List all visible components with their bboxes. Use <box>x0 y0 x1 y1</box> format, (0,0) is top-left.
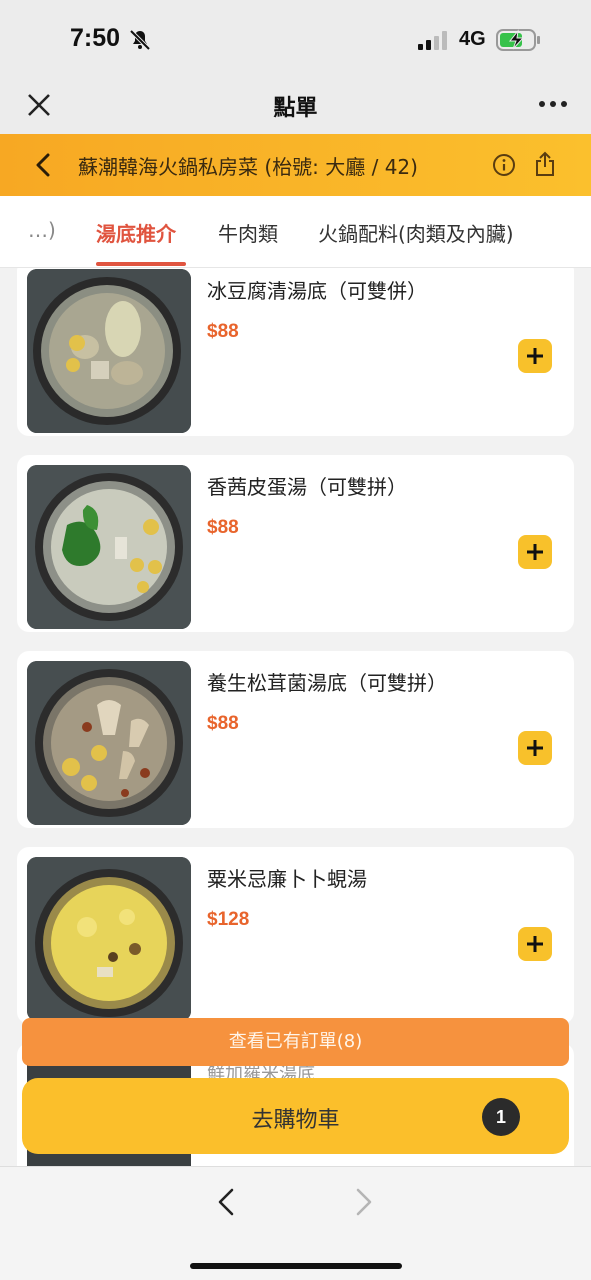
share-icon[interactable] <box>534 151 556 177</box>
dish-image <box>27 661 191 825</box>
browser-forward-icon <box>356 1188 372 1216</box>
view-existing-orders-button[interactable]: 查看已有訂單(8) <box>22 1018 569 1066</box>
restaurant-name: 蘇潮韓海火鍋私房菜 (枱號: 大廳 / 42) <box>78 155 418 179</box>
nav-bar: 點單 <box>0 78 591 134</box>
bell-muted-icon <box>129 29 151 51</box>
network-label: 4G <box>459 28 486 50</box>
restaurant-header: 蘇潮韓海火鍋私房菜 (枱號: 大廳 / 42) <box>0 134 591 196</box>
dish-name: 養生松茸菌湯底（可雙拼） <box>207 671 447 695</box>
dish-card[interactable]: 香茜皮蛋湯（可雙拼） $88 <box>17 455 574 632</box>
dish-price: $128 <box>207 909 250 930</box>
add-to-cart-button[interactable] <box>518 731 552 765</box>
tab-hotpot-meat-offal[interactable]: 火鍋配料(肉類及內臟) <box>318 218 514 247</box>
dish-image <box>27 857 191 1021</box>
status-time: 7:50 <box>70 24 121 52</box>
add-to-cart-button[interactable] <box>518 927 552 961</box>
signal-icon <box>418 31 447 50</box>
dish-card[interactable]: 冰豆腐清湯底（可雙併） $88 <box>17 268 574 436</box>
back-arrow-icon[interactable] <box>34 153 52 177</box>
dish-price: $88 <box>207 321 239 342</box>
browser-toolbar <box>0 1166 591 1280</box>
dish-image <box>27 465 191 629</box>
dish-price: $88 <box>207 517 239 538</box>
go-to-cart-button[interactable]: 去購物車 1 <box>22 1078 569 1154</box>
plus-icon <box>527 348 543 364</box>
plus-icon <box>527 936 543 952</box>
battery-charging-icon <box>496 29 540 51</box>
dish-card[interactable]: 養生松茸菌湯底（可雙拼） $88 <box>17 651 574 828</box>
dish-price: $88 <box>207 713 239 734</box>
info-icon[interactable] <box>492 153 516 177</box>
home-indicator <box>190 1263 402 1269</box>
browser-back-icon[interactable] <box>216 1187 236 1217</box>
dish-card[interactable]: 粟米忌廉卜卜蜆湯 $128 <box>17 847 574 1024</box>
dish-name: 香茜皮蛋湯（可雙拼） <box>207 475 407 499</box>
dish-image <box>27 269 191 433</box>
cart-count-badge: 1 <box>482 1098 520 1136</box>
dish-name: 粟米忌廉卜卜蜆湯 <box>207 867 367 891</box>
more-options-icon[interactable] <box>538 98 568 110</box>
plus-icon <box>527 544 543 560</box>
plus-icon <box>527 740 543 756</box>
tab-soup-base[interactable]: 湯底推介 <box>96 218 176 247</box>
category-tabs: …) 湯底推介 牛肉類 火鍋配料(肉類及內臟) <box>0 196 591 268</box>
tab-previous[interactable]: …) <box>28 218 56 242</box>
add-to-cart-button[interactable] <box>518 339 552 373</box>
status-bar: 7:50 4G <box>0 0 591 78</box>
active-tab-indicator <box>96 262 186 266</box>
dish-name: 冰豆腐清湯底（可雙併） <box>207 279 427 303</box>
page-title: 點單 <box>273 96 318 121</box>
tab-beef[interactable]: 牛肉類 <box>218 218 278 247</box>
add-to-cart-button[interactable] <box>518 535 552 569</box>
